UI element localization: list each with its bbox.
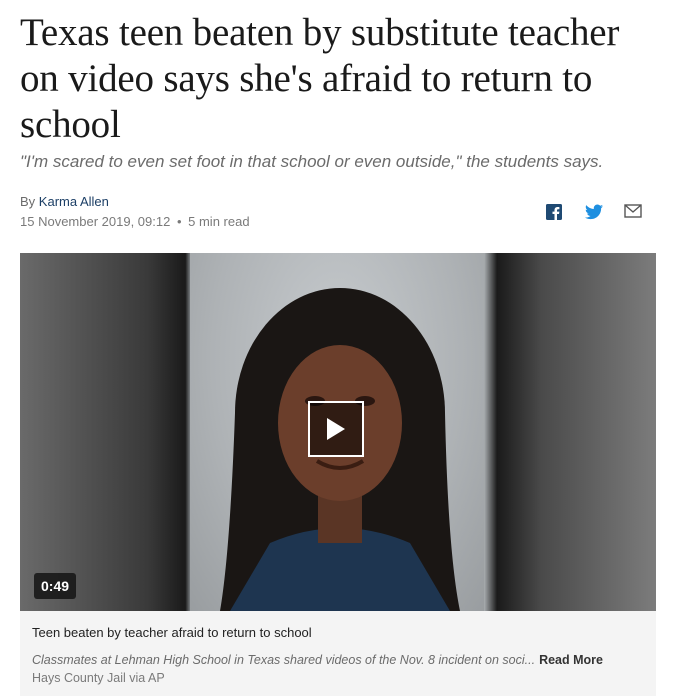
share-bar xyxy=(546,204,642,220)
twitter-icon[interactable] xyxy=(585,204,603,220)
video-credit: Hays County Jail via AP xyxy=(32,671,165,685)
article-dek: "I'm scared to even set foot in that sch… xyxy=(20,152,604,171)
publish-date: 15 November 2019, 09:12 xyxy=(20,214,171,229)
video-description: Classmates at Lehman High School in Texa… xyxy=(32,653,644,667)
separator-dot: • xyxy=(176,214,182,229)
video-title: Teen beaten by teacher afraid to return … xyxy=(32,625,312,640)
dateline: 15 November 2019, 09:12 • 5 min read xyxy=(20,214,250,230)
facebook-icon[interactable] xyxy=(546,204,564,220)
video-duration: 0:49 xyxy=(34,573,77,599)
author-link[interactable]: Karma Allen xyxy=(39,194,109,209)
article-headline: Texas teen beaten by substitute teacher … xyxy=(20,11,620,146)
byline: By Karma Allen xyxy=(20,194,109,210)
read-more-link[interactable]: Read More xyxy=(539,653,603,667)
email-icon[interactable] xyxy=(624,204,642,220)
play-icon xyxy=(327,418,345,440)
video-description-text: Classmates at Lehman High School in Texa… xyxy=(32,653,536,667)
read-time: 5 min read xyxy=(188,214,250,229)
video-caption: Teen beaten by teacher afraid to return … xyxy=(20,611,656,696)
byline-prefix: By xyxy=(20,194,36,209)
video-player[interactable]: 0:49 xyxy=(20,253,656,611)
play-button[interactable] xyxy=(308,401,364,457)
